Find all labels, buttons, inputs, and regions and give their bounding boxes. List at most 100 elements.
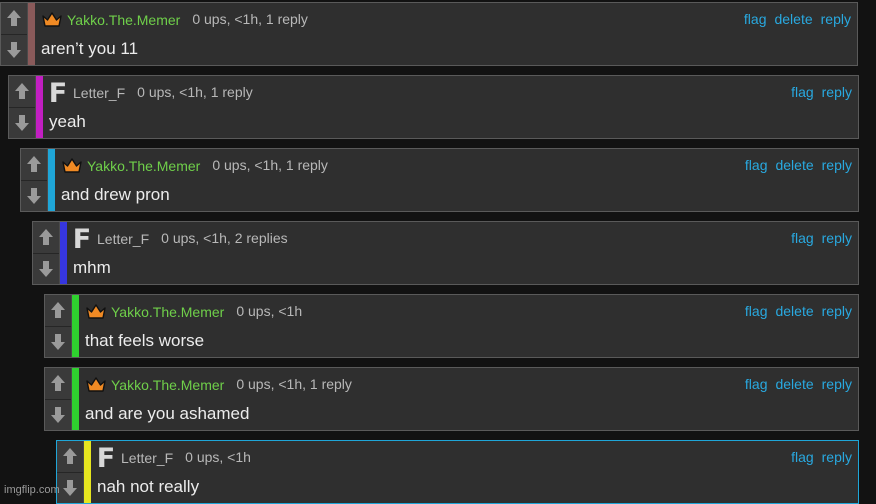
delete-link[interactable]: delete [775,157,813,173]
arrow-up-icon [39,229,53,246]
flag-link[interactable]: flag [745,376,768,392]
vote-controls [1,3,28,65]
comment-meta: 0 ups, <1h, 1 reply [236,376,352,392]
arrow-up-icon [51,375,65,392]
comment-meta: 0 ups, <1h, 1 reply [137,84,253,100]
upvote-button[interactable] [9,76,35,107]
vote-controls [45,368,72,430]
depth-bar [72,295,79,357]
comment-text: nah not really [97,477,200,496]
downvote-button[interactable] [1,33,27,65]
comment-actions: flag reply [791,449,852,465]
watermark: imgflip.com [4,484,60,496]
upvote-button[interactable] [45,295,71,326]
upvote-button[interactable] [57,441,83,472]
flag-link[interactable]: flag [745,303,768,319]
crown-icon [85,373,107,395]
comment-body: Yakko.The.Memer 0 ups, <1h flag delete r… [79,295,858,357]
comment-header: Yakko.The.Memer 0 ups, <1h, 1 reply flag… [61,154,852,178]
arrow-down-icon [7,41,21,58]
comment-text: and drew pron [61,185,170,204]
arrow-down-icon [15,114,29,131]
reply-link[interactable]: reply [821,11,851,27]
flag-link[interactable]: flag [791,84,814,100]
reply-link[interactable]: reply [822,84,852,100]
arrow-up-icon [27,156,41,173]
comment: F Letter_F 0 ups, <1h flag reply nah not… [56,440,859,504]
flag-link[interactable]: flag [791,449,814,465]
username[interactable]: Yakko.The.Memer [111,304,224,320]
comment-header: Yakko.The.Memer 0 ups, <1h, 1 reply flag… [41,8,851,32]
comment-thread: Yakko.The.Memer 0 ups, <1h, 1 reply flag… [0,0,876,504]
flag-link[interactable]: flag [744,11,767,27]
arrow-down-icon [63,479,77,496]
depth-bar [36,76,43,138]
comment-actions: flag delete reply [745,157,852,173]
comment-actions: flag delete reply [745,303,852,319]
comment-text: yeah [49,112,86,131]
comment-actions: flag delete reply [745,376,852,392]
comment: F Letter_F 0 ups, <1h, 2 replies flag re… [32,221,859,285]
comment-body: F Letter_F 0 ups, <1h, 1 reply flag repl… [43,76,858,138]
depth-bar [48,149,55,211]
upvote-button[interactable] [21,149,47,180]
delete-link[interactable]: delete [774,11,812,27]
depth-bar [28,3,35,65]
comment-header: Yakko.The.Memer 0 ups, <1h, 1 reply flag… [85,373,852,397]
username[interactable]: Yakko.The.Memer [111,377,224,393]
upvote-button[interactable] [1,3,27,34]
comment-header: F Letter_F 0 ups, <1h flag reply [97,445,852,472]
username[interactable]: Letter_F [97,231,149,247]
username[interactable]: Letter_F [121,450,173,466]
downvote-button[interactable] [21,179,47,211]
comment-body: Yakko.The.Memer 0 ups, <1h, 1 reply flag… [79,368,858,430]
comment-actions: flag reply [791,230,852,246]
arrow-up-icon [15,83,29,100]
upvote-button[interactable] [45,368,71,399]
comment-header: F Letter_F 0 ups, <1h, 2 replies flag re… [73,226,852,253]
vote-controls [45,295,72,357]
delete-link[interactable]: delete [775,303,813,319]
delete-link[interactable]: delete [775,376,813,392]
comment-actions: flag delete reply [744,11,851,27]
arrow-down-icon [51,333,65,350]
vote-controls [21,149,48,211]
vote-controls [57,441,84,503]
arrow-down-icon [51,406,65,423]
downvote-button[interactable] [45,398,71,430]
reply-link[interactable]: reply [822,449,852,465]
comment-header: F Letter_F 0 ups, <1h, 1 reply flag repl… [49,80,852,107]
comment: Yakko.The.Memer 0 ups, <1h flag delete r… [44,294,859,358]
crown-icon [41,8,63,30]
depth-bar [72,368,79,430]
reply-link[interactable]: reply [822,157,852,173]
arrow-up-icon [63,448,77,465]
comment-meta: 0 ups, <1h, 1 reply [212,157,328,173]
arrow-down-icon [39,260,53,277]
comment-text: and are you ashamed [85,404,250,423]
depth-bar [60,222,67,284]
vote-controls [33,222,60,284]
comment-header: Yakko.The.Memer 0 ups, <1h flag delete r… [85,300,852,324]
arrow-up-icon [51,302,65,319]
reply-link[interactable]: reply [822,303,852,319]
depth-bar [84,441,91,503]
upvote-button[interactable] [33,222,59,253]
downvote-button[interactable] [33,252,59,284]
crown-icon [61,154,83,176]
arrow-up-icon [7,10,21,27]
downvote-button[interactable] [45,325,71,357]
username[interactable]: Letter_F [73,85,125,101]
downvote-button[interactable] [57,471,83,503]
comment: Yakko.The.Memer 0 ups, <1h, 1 reply flag… [44,367,859,431]
downvote-button[interactable] [9,106,35,138]
comment-text: aren’t you 11 [41,39,139,58]
flag-link[interactable]: flag [745,157,768,173]
reply-link[interactable]: reply [822,376,852,392]
username[interactable]: Yakko.The.Memer [67,12,180,28]
crown-icon [85,300,107,322]
username[interactable]: Yakko.The.Memer [87,158,200,174]
flag-link[interactable]: flag [791,230,814,246]
reply-link[interactable]: reply [822,230,852,246]
comment-body: F Letter_F 0 ups, <1h flag reply nah not… [91,441,858,503]
